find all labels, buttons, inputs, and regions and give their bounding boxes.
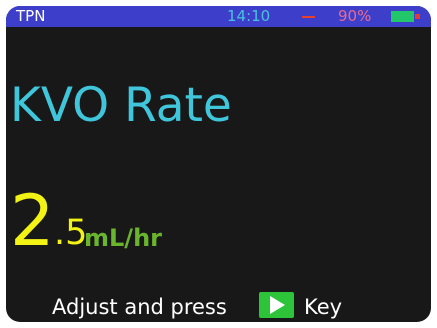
page-title: KVO Rate [10, 78, 232, 133]
battery-percent: 90% [338, 7, 372, 25]
play-icon [259, 292, 294, 318]
play-triangle-icon [270, 296, 285, 314]
rate-value-integer: 2 [10, 180, 55, 262]
instruction-text: Adjust and press [52, 295, 227, 319]
battery-fill [391, 11, 414, 22]
rate-unit: mL/hr [84, 224, 162, 252]
screen: TPN 14:10 90% KVO Rate 2 .5 mL/hr Adjust… [6, 6, 431, 322]
channel-label: TPN [16, 7, 46, 25]
battery-tip [415, 14, 420, 19]
key-label: Key [304, 295, 343, 319]
infusion-pump-display: TPN 14:10 90% KVO Rate 2 .5 mL/hr Adjust… [0, 0, 437, 328]
battery-icon [391, 11, 420, 22]
status-bar: TPN 14:10 90% [6, 6, 431, 27]
clock-time: 14:10 [227, 7, 271, 25]
status-dash-indicator [302, 16, 315, 18]
rate-value-decimal: .5 [54, 213, 88, 253]
